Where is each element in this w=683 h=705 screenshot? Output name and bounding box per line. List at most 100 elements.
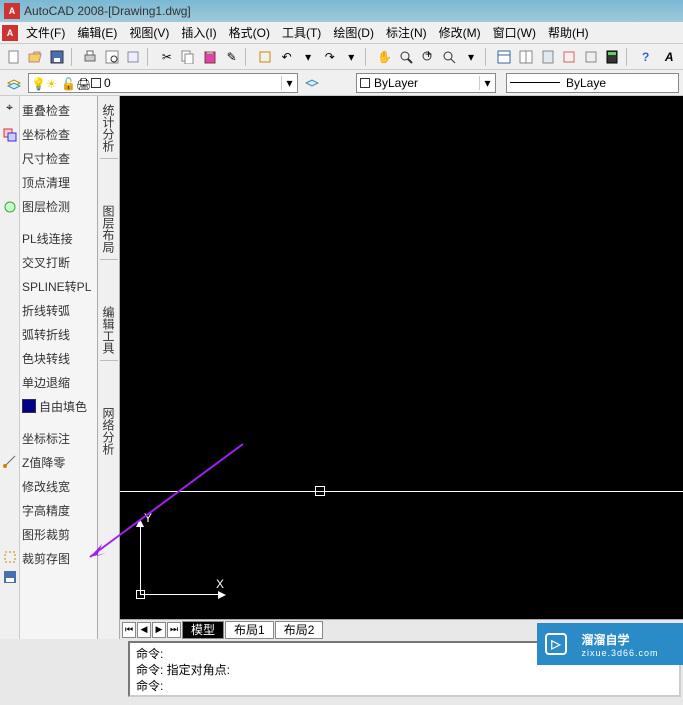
help-icon[interactable]: ? [636, 47, 656, 67]
fill-color-swatch [22, 399, 36, 413]
vertex-clean-icon[interactable] [1, 198, 19, 216]
tool-item-label: 重叠检查 [22, 102, 70, 119]
cmd-icon[interactable]: ⌖ [1, 98, 19, 116]
tool-item[interactable]: 修改线宽 [20, 474, 97, 498]
tool-item[interactable]: 折线转弧 [20, 298, 97, 322]
vertical-tab-label[interactable]: 图层布局 [100, 205, 117, 253]
tab-next-icon[interactable]: ▶ [152, 622, 166, 638]
layer-properties-icon[interactable] [4, 73, 24, 93]
tool-palette-icon[interactable] [538, 47, 558, 67]
layout-tab[interactable]: 布局1 [225, 621, 274, 639]
tab-prev-icon[interactable]: ◀ [137, 622, 151, 638]
menu-window[interactable]: 窗口(W) [487, 24, 542, 41]
menu-modify[interactable]: 修改(M) [433, 24, 487, 41]
vertical-tab-label[interactable]: 网络分析 [100, 407, 117, 455]
linetype-combo[interactable]: ByLaye [506, 73, 679, 93]
tool-item[interactable]: 尺寸检查 [20, 146, 97, 170]
layer-prev-icon[interactable] [302, 73, 322, 93]
tool-item[interactable]: 图层检测 [20, 194, 97, 218]
menu-help[interactable]: 帮助(H) [542, 24, 595, 41]
open-icon[interactable] [26, 47, 46, 67]
tool-item[interactable]: 坐标标注 [20, 426, 97, 450]
chevron-down-icon[interactable]: ▾ [479, 76, 495, 90]
menu-bar: A 文件(F) 编辑(E) 视图(V) 插入(I) 格式(O) 工具(T) 绘图… [0, 22, 683, 44]
redo-dropdown-icon[interactable]: ▾ [342, 47, 362, 67]
sheet-set-icon[interactable] [559, 47, 579, 67]
design-center-icon[interactable] [516, 47, 536, 67]
tab-first-icon[interactable]: ⏮ [122, 622, 136, 638]
match-prop-icon[interactable]: ✎ [222, 47, 242, 67]
canvas-area: Y X ⏮ ◀ ▶ ⏭ 模型布局1布局2 [120, 96, 683, 639]
menu-dim[interactable]: 标注(N) [380, 24, 433, 41]
clip-icon[interactable] [1, 548, 19, 566]
chevron-down-icon[interactable]: ▾ [281, 76, 297, 90]
tool-item[interactable]: 图形裁剪 [20, 522, 97, 546]
zoom-previous-icon[interactable] [440, 47, 460, 67]
menu-draw[interactable]: 绘图(D) [327, 24, 380, 41]
linetype-value: ByLaye [566, 76, 606, 90]
tool-item-label: 尺寸检查 [22, 150, 70, 167]
text-style-icon[interactable]: A [659, 47, 679, 67]
menu-view[interactable]: 视图(V) [123, 24, 175, 41]
menu-file[interactable]: 文件(F) [20, 24, 71, 41]
pan-icon[interactable]: ✋ [375, 47, 395, 67]
vertical-tab-label[interactable]: 编辑工具 [100, 306, 117, 354]
tool-item[interactable]: 顶点清理 [20, 170, 97, 194]
calc-icon[interactable] [602, 47, 622, 67]
tool-item[interactable]: PL线连接 [20, 226, 97, 250]
print-icon[interactable] [81, 47, 101, 67]
color-combo[interactable]: ByLayer ▾ [356, 73, 496, 93]
cut-icon[interactable]: ✂ [157, 47, 177, 67]
save-icon[interactable] [47, 47, 67, 67]
copy-icon[interactable] [179, 47, 199, 67]
tool-item[interactable]: 裁剪存图 [20, 546, 97, 570]
tab-last-icon[interactable]: ⏭ [167, 622, 181, 638]
separator [245, 48, 251, 66]
tool-item-label: 单边退缩 [22, 374, 70, 391]
overlap-check-icon[interactable] [1, 126, 19, 144]
redo-icon[interactable]: ↷ [320, 47, 340, 67]
drawing-canvas[interactable]: Y X [120, 96, 683, 619]
publish-icon[interactable] [124, 47, 144, 67]
undo-dropdown-icon[interactable]: ▾ [298, 47, 318, 67]
y-axis-label: Y [144, 511, 152, 525]
coord-label-icon[interactable] [1, 452, 19, 470]
color-value: ByLayer [374, 76, 418, 90]
paste-icon[interactable] [200, 47, 220, 67]
tool-item-label: 自由填色 [39, 398, 87, 415]
menu-edit[interactable]: 编辑(E) [71, 24, 123, 41]
tool-item[interactable]: 重叠检查 [20, 98, 97, 122]
layer-combo[interactable]: 💡 ☀ 🔓 🖨 0 ▾ [28, 73, 298, 93]
layout-tab[interactable]: 布局2 [275, 621, 324, 639]
tool-item[interactable]: 坐标检查 [20, 122, 97, 146]
menu-insert[interactable]: 插入(I) [175, 24, 222, 41]
plot-preview-icon[interactable] [102, 47, 122, 67]
menu-format[interactable]: 格式(O) [223, 24, 276, 41]
new-icon[interactable] [4, 47, 24, 67]
tool-item[interactable]: 字高精度 [20, 498, 97, 522]
cursor-pickbox [315, 486, 325, 496]
tool-icon-column: ⌖ [0, 96, 20, 639]
tool-item[interactable]: Z值降零 [20, 450, 97, 474]
zoom-window-icon[interactable]: + [418, 47, 438, 67]
tool-item[interactable]: 交叉打断 [20, 250, 97, 274]
tool-item[interactable]: 单边退缩 [20, 370, 97, 394]
tool-item[interactable]: 弧转折线 [20, 322, 97, 346]
tool-item[interactable]: 自由填色 [20, 394, 97, 418]
markup-icon[interactable] [581, 47, 601, 67]
separator [626, 48, 632, 66]
save-clip-icon[interactable] [1, 568, 19, 586]
menu-tools[interactable]: 工具(T) [276, 24, 327, 41]
undo-icon[interactable]: ↶ [277, 47, 297, 67]
tool-item-label: 字高精度 [22, 502, 70, 519]
watermark-url: zixue.3d66.com [581, 648, 658, 658]
block-editor-icon[interactable] [255, 47, 275, 67]
layout-tab[interactable]: 模型 [182, 621, 224, 639]
lock-icon: 🔓 [61, 77, 73, 89]
properties-icon[interactable] [495, 47, 515, 67]
tool-item[interactable]: 色块转线 [20, 346, 97, 370]
zoom-dropdown-icon[interactable]: ▾ [461, 47, 481, 67]
zoom-realtime-icon[interactable] [397, 47, 417, 67]
vertical-tab-label[interactable]: 统计分析 [100, 104, 117, 152]
tool-item[interactable]: SPLINE转PL [20, 274, 97, 298]
